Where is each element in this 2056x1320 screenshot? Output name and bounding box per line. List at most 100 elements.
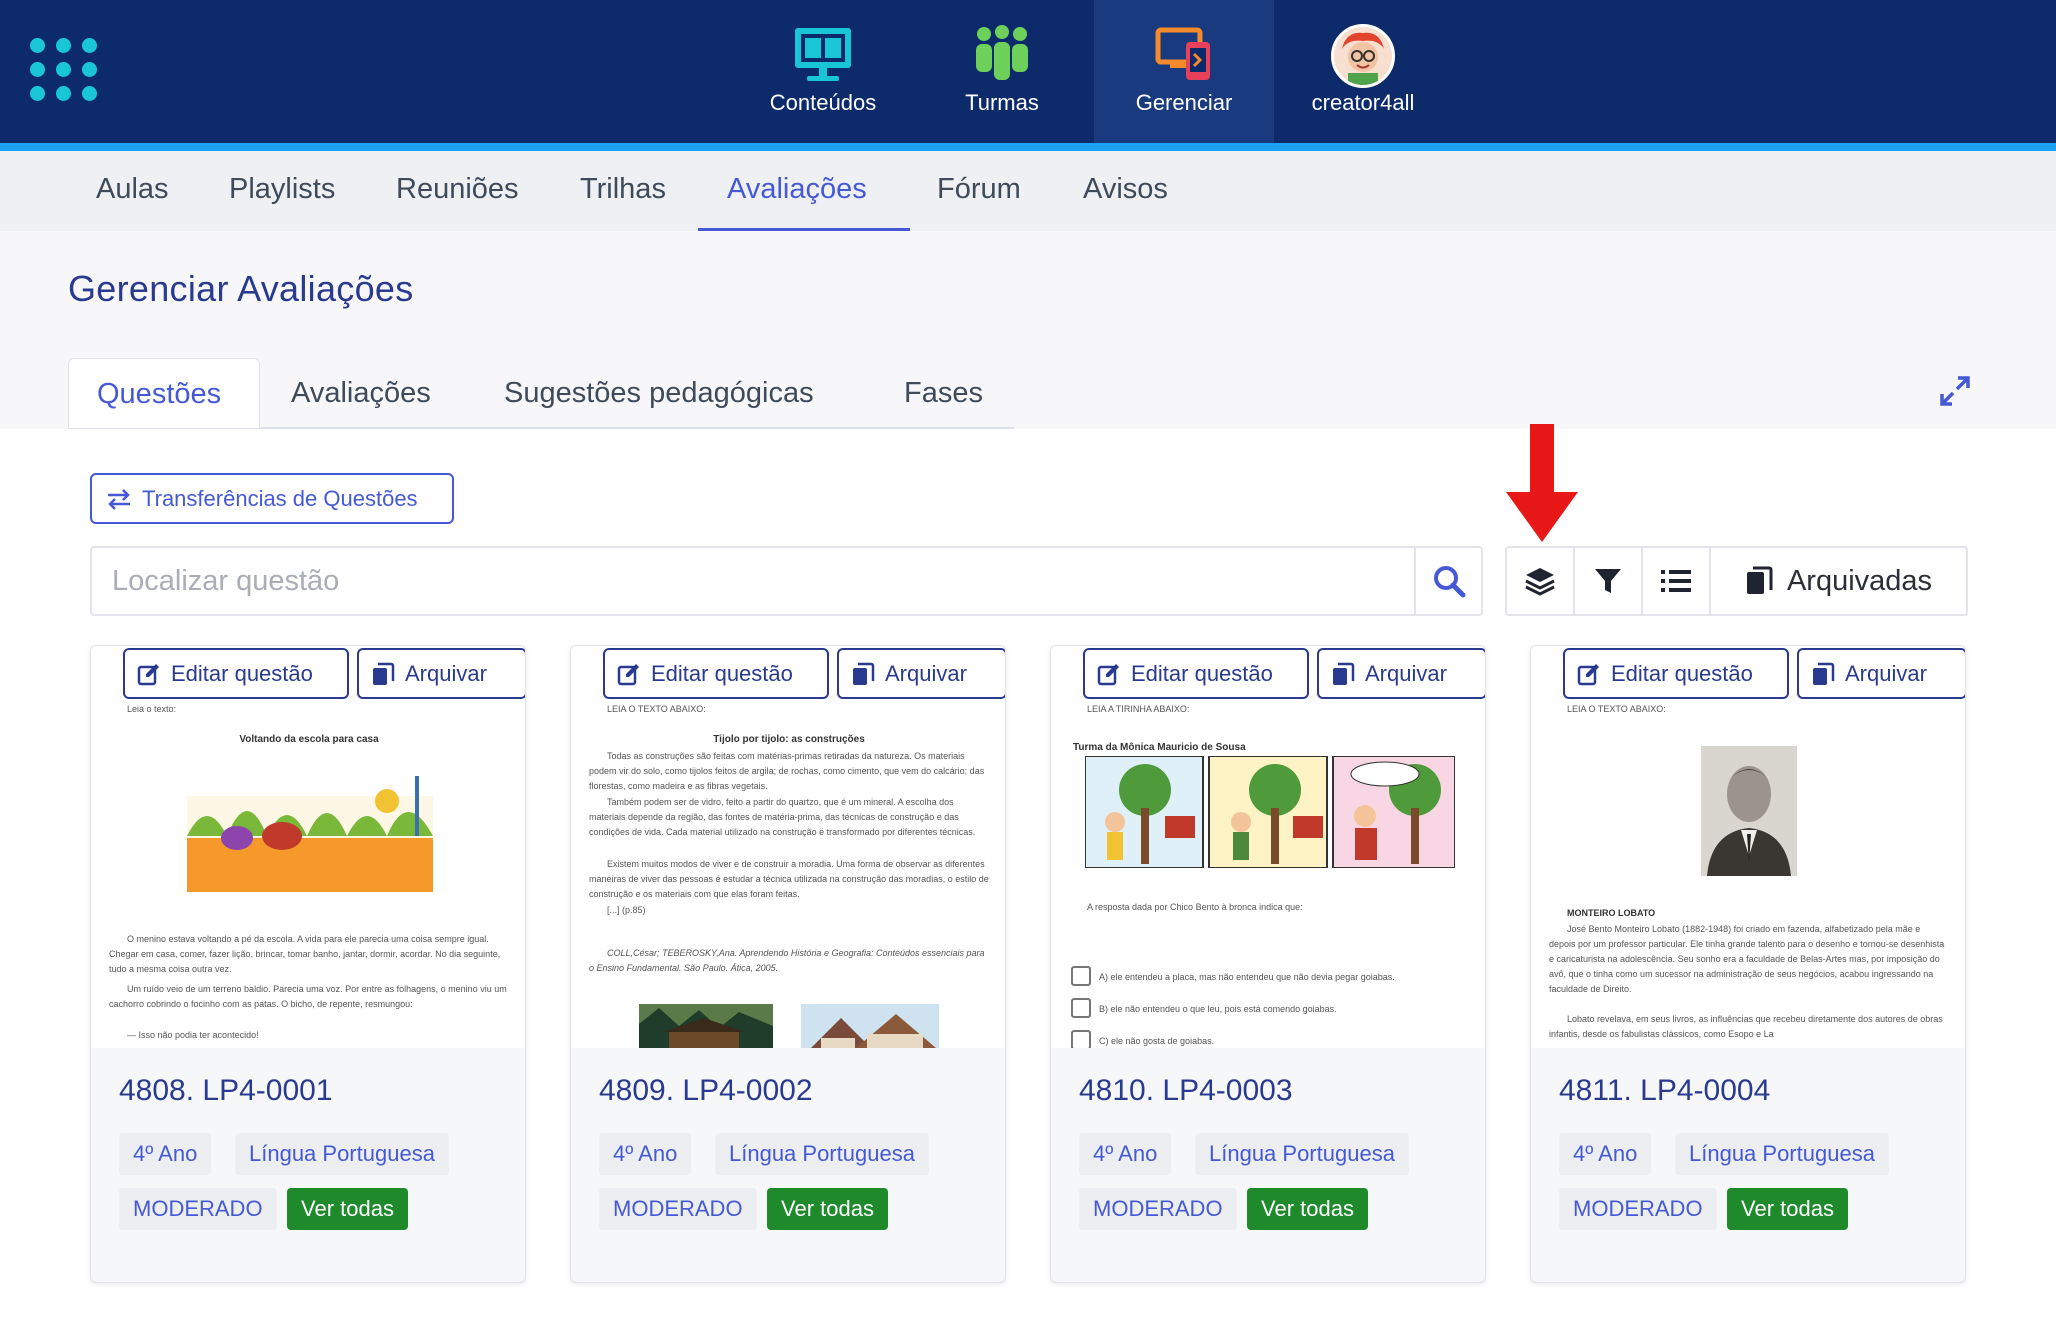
grade-chip: 4º Ano [1559,1133,1652,1175]
see-all-button[interactable]: Ver todas [767,1188,888,1230]
archive-button[interactable]: Arquivar [357,648,525,699]
status-badge: MODERADO [1559,1188,1717,1230]
question-preview[interactable]: LEIA O TEXTO ABAIXO: Tijolo por tijolo: … [571,646,1005,1048]
preview-paragraph: — Isso não podia ter acontecido! [127,1030,259,1040]
preview-paragraph: [...] (p.85) [607,905,646,915]
monitor-icon [795,28,851,81]
edit-icon [1577,663,1599,685]
tab-sugestoes-pedagogicas[interactable]: Sugestões pedagógicas [476,358,842,428]
question-code: 4809. LP4-0002 [599,1074,813,1107]
preview-paragraph: José Bento Monteiro Lobato (1882-1948) f… [1549,924,1945,994]
preview-paragraph: Lobato revelava, em seus livros, as infl… [1549,1014,1943,1039]
subject-chip: Língua Portuguesa [235,1133,449,1175]
see-all-button[interactable]: Ver todas [287,1188,408,1230]
tab-fases[interactable]: Fases [876,358,1011,428]
preview-paragraph: Um ruído veio de um terreno baldio. Pare… [109,984,507,1009]
preview-intro: Leia o texto: [127,704,177,714]
question-preview[interactable]: Leia o texto: Voltando da escola para ca… [91,646,525,1048]
edit-question-button[interactable]: Editar questão [1563,648,1789,699]
question-card[interactable]: Leia o texto: Voltando da escola para ca… [90,645,526,1283]
copy-documents-icon [853,662,875,685]
edit-question-label: Editar questão [171,660,313,686]
edit-question-button[interactable]: Editar questão [123,648,349,699]
top-navigation-bar: Conteúdos Turmas Gerenciar creator4all [0,0,2056,143]
archive-label: Arquivar [405,660,487,686]
question-preview[interactable]: LEIA A TIRINHA ABAIXO: Turma da Mônica M… [1051,646,1485,1048]
list-view-button[interactable] [1643,548,1709,614]
question-code: 4811. LP4-0004 [1559,1074,1771,1107]
nav-label: Conteúdos [769,90,877,115]
nav-item-conteudos[interactable]: Conteúdos [733,0,913,143]
archive-button[interactable]: Arquivar [837,648,1005,699]
page-title: Gerenciar Avaliações [68,268,414,309]
question-preview[interactable]: LEIA O TEXTO ABAIXO: MONTEIRO LOBATO Jos… [1531,646,1965,1048]
subnav-item-avisos[interactable]: Avisos [1083,173,1168,206]
see-all-button[interactable]: Ver todas [1727,1188,1848,1230]
layers-button[interactable] [1507,548,1573,614]
subnav-item-reunioes[interactable]: Reuniões [396,173,519,206]
nav-item-turmas[interactable]: Turmas [912,0,1092,143]
answer-option-label: B) ele não entendeu o que leu, pois está… [1099,1004,1337,1014]
question-card[interactable]: LEIA O TEXTO ABAIXO: Tijolo por tijolo: … [570,645,1006,1283]
subject-chip: Língua Portuguesa [1675,1133,1889,1175]
filter-button[interactable] [1575,548,1641,614]
archive-label: Arquivar [1845,660,1927,686]
archive-label: Arquivar [1365,660,1447,686]
edit-question-button[interactable]: Editar questão [1083,648,1309,699]
house-photo-image [639,1004,773,1048]
subnav-item-avaliacoes[interactable]: Avaliações [727,173,867,206]
copy-documents-icon [373,662,395,685]
grade-chip: 4º Ano [119,1133,212,1175]
subnav-item-aulas[interactable]: Aulas [96,173,169,206]
list-toolbar: Arquivadas [1505,546,1968,616]
edit-question-button[interactable]: Editar questão [603,648,829,699]
preview-intro: LEIA A TIRINHA ABAIXO: [1087,704,1190,714]
search-input[interactable] [92,548,1416,614]
subnav-item-trilhas[interactable]: Trilhas [580,173,666,206]
preview-heading: Turma da Mônica Mauricio de Sousa [1073,742,1246,753]
copy-documents-icon [1813,662,1835,685]
question-card[interactable]: LEIA O TEXTO ABAIXO: MONTEIRO LOBATO Jos… [1530,645,1966,1283]
apps-grid-icon[interactable] [30,38,102,104]
archive-button[interactable]: Arquivar [1317,648,1485,699]
grade-chip: 4º Ano [1079,1133,1172,1175]
people-icon [976,25,1028,80]
answer-option-checkbox[interactable] [1071,1030,1091,1048]
expand-icon[interactable] [1938,374,1972,408]
copy-documents-icon [1746,566,1773,594]
preview-intro: LEIA O TEXTO ABAIXO: [1567,704,1666,714]
search-box [90,546,1483,616]
portrait-photo-image [1701,746,1797,876]
nav-item-gerenciar[interactable]: Gerenciar [1094,0,1274,143]
topbar-accent-strip [0,143,2056,151]
search-icon[interactable] [1432,564,1466,598]
tab-avaliacoes[interactable]: Avaliações [263,358,459,428]
copy-documents-icon [1333,662,1355,685]
answer-option-checkbox[interactable] [1071,998,1091,1018]
archived-button[interactable]: Arquivadas [1711,548,1966,614]
subnav-item-playlists[interactable]: Playlists [229,173,335,206]
comic-strip-image [1085,756,1455,868]
archive-button[interactable]: Arquivar [1797,648,1965,699]
tab-questoes[interactable]: Questões [68,358,260,428]
search-divider [1414,548,1416,614]
question-card[interactable]: LEIA A TIRINHA ABAIXO: Turma da Mônica M… [1050,645,1486,1283]
status-badge: MODERADO [599,1188,757,1230]
answer-option-checkbox[interactable] [1071,966,1091,986]
nav-label: creator4all [1311,90,1415,115]
edit-icon [1097,663,1119,685]
nav-label: Gerenciar [1135,90,1233,115]
answer-option-label: A) ele entendeu a placa, mas não entende… [1099,972,1395,982]
status-badge: MODERADO [119,1188,277,1230]
see-all-button[interactable]: Ver todas [1247,1188,1368,1230]
nav-item-profile[interactable]: creator4all [1273,0,1453,143]
question-transfers-button[interactable]: Transferências de Questões [90,473,454,524]
preview-paragraph: Todas as construções são feitas com maté… [589,751,985,791]
layers-icon [1525,568,1555,596]
illustration-image [187,776,433,892]
question-transfers-label: Transferências de Questões [142,485,418,511]
swap-arrows-icon [108,488,130,510]
answer-option-label: C) ele não gosta de goiabas. [1099,1036,1215,1046]
preview-reference: COLL,César; TEBEROSKY,Ana. Aprendendo Hi… [589,948,985,973]
subnav-item-forum[interactable]: Fórum [937,173,1021,206]
